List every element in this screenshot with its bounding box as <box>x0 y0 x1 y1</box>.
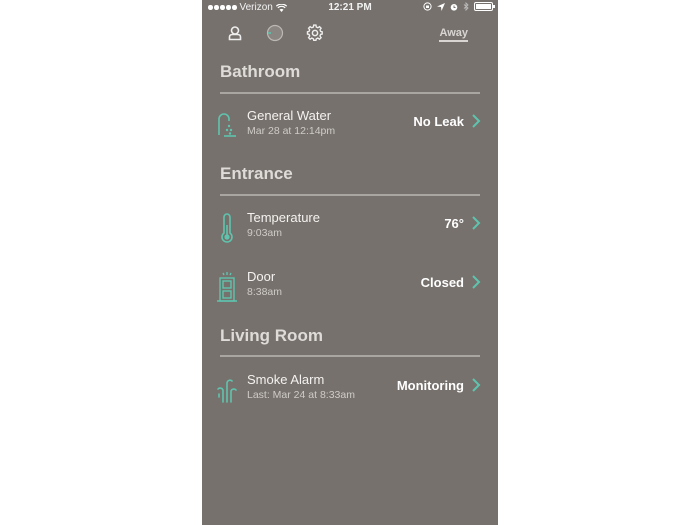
device-row-smoke-alarm[interactable]: Smoke Alarm Last: Mar 24 at 8:33am Monit… <box>202 372 498 412</box>
section-divider <box>220 355 480 357</box>
battery-icon <box>474 2 495 11</box>
device-row-temperature[interactable]: Temperature 9:03am 76° <box>202 210 498 250</box>
section-divider <box>220 194 480 196</box>
faucet-icon <box>218 113 236 137</box>
device-status: Closed <box>420 275 464 290</box>
rotation-lock-icon <box>423 2 432 11</box>
device-name: Temperature <box>247 210 320 225</box>
phone-screen: Verizon 12:21 PM Away Bathroom General W… <box>202 0 498 525</box>
door-icon <box>217 272 237 302</box>
bluetooth-icon <box>463 2 469 11</box>
section-title-living-room: Living Room <box>220 326 323 345</box>
device-name: General Water <box>247 108 332 123</box>
location-arrow-icon <box>437 2 445 11</box>
top-nav: Away <box>202 22 498 44</box>
chevron-right-icon <box>472 216 481 230</box>
thermometer-icon <box>221 213 233 243</box>
away-mode-tab[interactable]: Away <box>439 27 468 42</box>
device-row-general-water[interactable]: General Water Mar 28 at 12:14pm No Leak <box>202 108 498 148</box>
section-title-bathroom: Bathroom <box>220 62 301 81</box>
user-icon[interactable] <box>226 24 244 42</box>
device-name: Smoke Alarm <box>247 372 325 387</box>
device-status: 76° <box>444 216 464 231</box>
device-time: 8:38am <box>247 286 283 298</box>
chevron-right-icon <box>472 275 481 289</box>
status-bar: Verizon 12:21 PM <box>202 0 498 16</box>
device-time: Mar 28 at 12:14pm <box>247 125 336 137</box>
dial-icon[interactable] <box>266 24 284 42</box>
device-name: Door <box>247 269 276 284</box>
device-time: 9:03am <box>247 227 283 239</box>
section-divider <box>220 92 480 94</box>
device-status: No Leak <box>413 114 464 129</box>
alarm-icon <box>450 3 458 11</box>
device-status: Monitoring <box>396 378 464 393</box>
device-time: Last: Mar 24 at 8:33am <box>247 389 355 401</box>
section-title-entrance: Entrance <box>220 164 293 183</box>
smoke-icon <box>217 379 237 403</box>
gear-icon[interactable] <box>306 24 324 42</box>
device-row-door[interactable]: Door 8:38am Closed <box>202 269 498 309</box>
chevron-right-icon <box>472 378 481 392</box>
chevron-right-icon <box>472 114 481 128</box>
